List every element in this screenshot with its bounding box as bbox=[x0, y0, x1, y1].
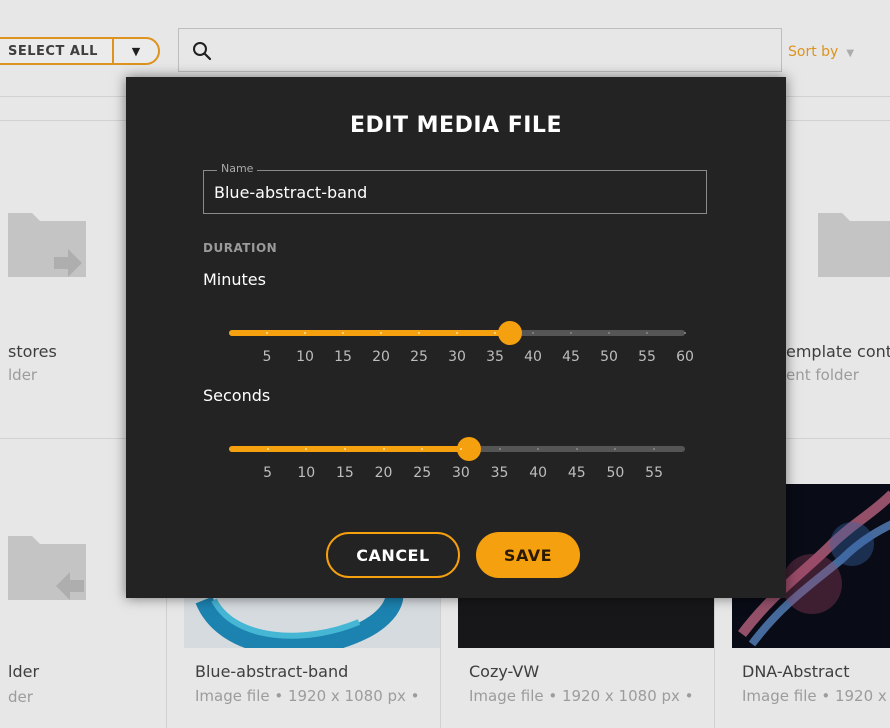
slider-tick-label: 20 bbox=[372, 349, 390, 365]
slider-tick-label: 30 bbox=[448, 349, 466, 365]
minutes-label: Minutes bbox=[203, 270, 266, 289]
minutes-slider[interactable]: 5 10 15 20 25 30 35 40 45 50 55 60 bbox=[229, 315, 694, 365]
slider-tick bbox=[498, 448, 501, 450]
slider-tick bbox=[570, 332, 572, 334]
slider-tick bbox=[380, 332, 382, 334]
slider-tick-label: 35 bbox=[490, 465, 509, 481]
slider-tick-label: 15 bbox=[334, 349, 352, 365]
slider-tick-label: 50 bbox=[600, 349, 618, 365]
save-button[interactable]: SAVE bbox=[476, 532, 580, 578]
slider-tick bbox=[608, 332, 610, 334]
slider-tick-label: 15 bbox=[336, 465, 354, 481]
slider-tick-label: 55 bbox=[645, 465, 663, 481]
seconds-slider[interactable]: 5 10 15 20 25 30 35 40 45 50 55 bbox=[229, 431, 685, 481]
slider-tick bbox=[304, 332, 306, 334]
slider-tick bbox=[456, 332, 458, 334]
dialog-title: EDIT MEDIA FILE bbox=[350, 113, 562, 138]
edit-media-dialog: EDIT MEDIA FILE Name Blue-abstract-band … bbox=[126, 77, 786, 598]
slider-tick bbox=[646, 332, 648, 334]
name-field-label: Name bbox=[217, 162, 258, 175]
slider-tick-label: 10 bbox=[297, 465, 316, 481]
slider-tick-label: 5 bbox=[263, 465, 273, 481]
cancel-button[interactable]: CANCEL bbox=[326, 532, 460, 578]
slider-tick-label: 25 bbox=[410, 349, 428, 365]
slider-tick-label: 35 bbox=[486, 349, 504, 365]
seconds-label: Seconds bbox=[203, 386, 271, 405]
slider-tick-label: 20 bbox=[374, 465, 393, 481]
slider-tick-label: 5 bbox=[262, 349, 272, 365]
slider-tick bbox=[382, 448, 385, 450]
slider-fill bbox=[229, 446, 469, 452]
slider-tick bbox=[266, 448, 269, 450]
duration-heading: DURATION bbox=[203, 241, 278, 255]
slider-tick-label: 30 bbox=[451, 465, 470, 481]
name-field-value[interactable]: Blue-abstract-band bbox=[214, 183, 367, 202]
slider-tick-label: 50 bbox=[606, 465, 625, 481]
slider-tick-label: 40 bbox=[524, 349, 542, 365]
slider-tick-label: 10 bbox=[296, 349, 314, 365]
slider-fill bbox=[229, 330, 511, 336]
slider-tick bbox=[575, 448, 578, 450]
slider-tick bbox=[532, 332, 534, 334]
slider-thumb[interactable] bbox=[498, 321, 523, 345]
slider-tick-label: 45 bbox=[562, 349, 580, 365]
slider-tick-label: 60 bbox=[676, 349, 694, 365]
slider-tick-label: 40 bbox=[529, 465, 548, 481]
slider-tick bbox=[342, 332, 344, 334]
name-field[interactable]: Name Blue-abstract-band bbox=[203, 162, 707, 214]
slider-tick bbox=[343, 448, 346, 450]
slider-tick bbox=[459, 448, 462, 450]
slider-tick bbox=[266, 332, 268, 334]
slider-tick bbox=[684, 332, 686, 334]
slider-tick-label: 25 bbox=[413, 465, 432, 481]
slider-tick bbox=[494, 332, 496, 334]
slider-tick-label: 55 bbox=[638, 349, 656, 365]
slider-tick-label: 45 bbox=[567, 465, 586, 481]
slider-tick bbox=[418, 332, 420, 334]
